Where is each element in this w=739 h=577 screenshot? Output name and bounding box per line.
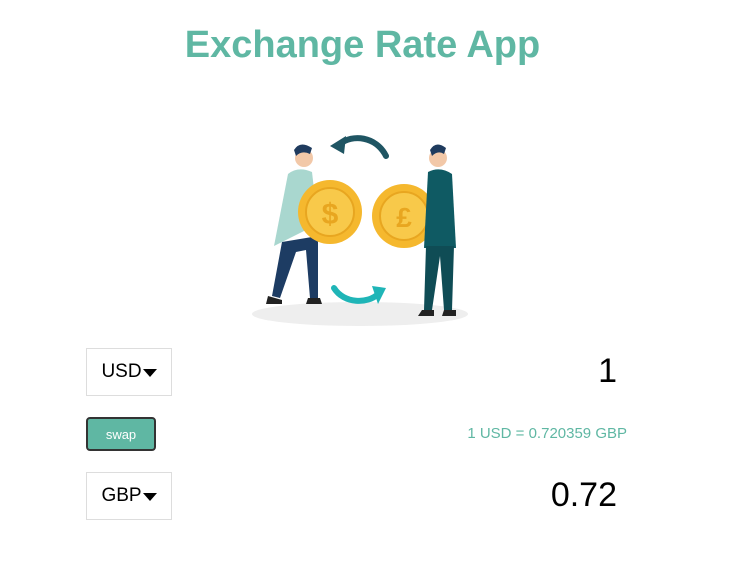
currency-exchange-illustration: $ £ — [252, 135, 468, 326]
bottom-arrow-icon — [331, 285, 381, 304]
dollar-coin-icon: $ — [298, 180, 362, 244]
swap-button[interactable]: swap — [86, 417, 156, 451]
to-currency-value: GBP — [101, 485, 142, 506]
from-currency-select[interactable]: USD — [86, 348, 172, 396]
exchange-rate-app: Exchange Rate App $ £ USD 1 swap 1 USD =… — [0, 0, 739, 577]
exchange-rate-text: 1 USD = 0.720359 GBP — [467, 425, 627, 442]
caret-down-icon — [142, 369, 157, 377]
from-amount-input[interactable]: 1 — [598, 352, 617, 391]
ground-shadow — [252, 302, 468, 326]
svg-text:$: $ — [322, 198, 339, 231]
svg-text:£: £ — [396, 202, 412, 233]
top-arrow-icon — [337, 135, 389, 159]
from-currency-value: USD — [101, 361, 142, 382]
top-arrow-head — [330, 136, 346, 154]
caret-down-icon — [142, 493, 157, 501]
to-amount-input[interactable]: 0.72 — [551, 476, 617, 515]
to-currency-select[interactable]: GBP — [86, 472, 172, 520]
app-title: Exchange Rate App — [184, 24, 541, 66]
